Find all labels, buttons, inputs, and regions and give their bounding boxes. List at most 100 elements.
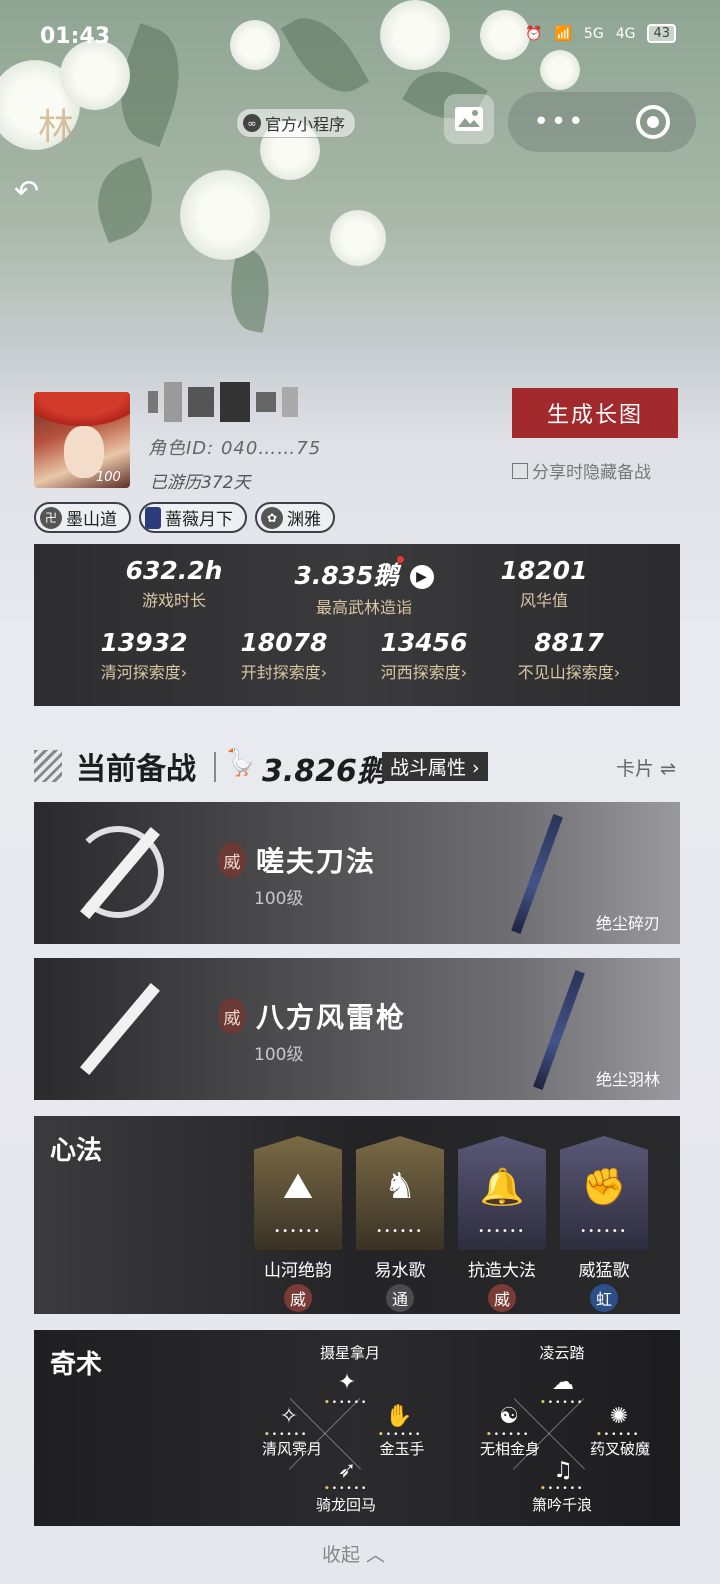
stats-panel: 632.2h 游戏时长 3.835鹅 ▶ 最高武林造诣 18201 风华值 139…	[34, 544, 680, 706]
qishu-demon-icon: ✺	[609, 1404, 629, 1429]
stat-kaifeng-explore[interactable]: 18078 开封探索度›	[214, 628, 354, 683]
avatar-level: 100	[96, 470, 121, 485]
weapon-name: 绝尘羽林	[595, 1070, 660, 1089]
tag-guild[interactable]: 蔷薇月下	[139, 502, 247, 533]
stat-bujianshan-explore[interactable]: 8817 不见山探索度›	[494, 628, 644, 683]
weapon-section-icon	[34, 750, 62, 782]
weapon-card-1[interactable]: 威 嗟夫刀法 100级 绝尘碎刃	[34, 802, 680, 944]
card-view-toggle[interactable]: 卡片 ⇌	[616, 754, 676, 781]
sect-icon: 卍	[40, 506, 62, 529]
more-icon[interactable]: •••	[533, 107, 585, 137]
weapon-name: 绝尘碎刃	[595, 914, 660, 933]
qishu-left-left[interactable]: 清风霁月	[252, 1438, 332, 1459]
weapon-level: 100级	[254, 1045, 304, 1065]
xinfa-type-2: 通	[386, 1284, 414, 1312]
collapse-button[interactable]: 收起 ︿	[322, 1540, 385, 1567]
xinfa-card-1[interactable]: ⛰ ••••••	[254, 1136, 342, 1250]
xinfa-name-4: 威猛歌	[578, 1261, 630, 1281]
hide-loadout-checkbox[interactable]: 分享时隐藏备战	[512, 458, 651, 483]
xinfa-card-2[interactable]: ♞ ••••••	[356, 1136, 444, 1250]
xinfa-title: 心法	[50, 1136, 103, 1166]
spear-image	[533, 970, 585, 1090]
fist-icon: ✊	[581, 1167, 627, 1208]
game-logo: 林	[38, 107, 75, 148]
section-power: 3.826鹅	[262, 754, 387, 789]
play-arrow-icon[interactable]: ▶	[409, 565, 434, 589]
weapon-type-badge: 威	[218, 842, 246, 878]
qishu-flute-icon: ♫	[553, 1458, 573, 1483]
player-name-blurred	[148, 380, 368, 424]
xinfa-panel: 心法 ⛰ •••••• 山河绝韵 威 ♞ •••••• 易水歌 通 🔔 ••••…	[34, 1116, 680, 1314]
section-title: 当前备战	[76, 752, 196, 787]
bell-icon: 🔔	[479, 1167, 525, 1208]
checkbox-box[interactable]	[512, 462, 528, 479]
role-id: 角色ID: 040……75	[148, 438, 322, 459]
qishu-left-top[interactable]: 摄星拿月	[310, 1342, 390, 1363]
signal-4g: 4G	[615, 25, 636, 42]
qishu-star-icon: ✦	[337, 1370, 357, 1395]
close-miniprogram-icon[interactable]	[636, 105, 671, 139]
xinfa-card-4[interactable]: ✊ ••••••	[560, 1136, 648, 1250]
qishu-left-bottom[interactable]: 骑龙回马	[306, 1494, 386, 1515]
qishu-title: 奇术	[50, 1350, 103, 1380]
image-icon	[455, 107, 483, 131]
section-divider	[214, 752, 216, 782]
stat-qinghe-explore[interactable]: 13932 清河探索度›	[74, 628, 214, 683]
generate-long-image-button[interactable]: 生成长图	[512, 388, 678, 438]
sword-emblem-icon	[72, 826, 164, 918]
signal-5g: 5G	[583, 25, 604, 42]
battle-attributes-button[interactable]: 战斗属性 ›	[382, 752, 488, 781]
badge-label: 官方小程序	[265, 115, 346, 134]
stat-hexi-explore[interactable]: 13456 河西探索度›	[354, 628, 494, 683]
xinfa-name-1: 山河绝韵	[264, 1261, 332, 1281]
flag-icon	[145, 506, 161, 529]
qishu-panel: 奇术 摄星拿月 ✦ •••••• ✧ •••••• 清风霁月 ✋ •••••• …	[34, 1330, 680, 1526]
xinfa-card-3[interactable]: 🔔 ••••••	[458, 1136, 546, 1250]
xinfa-type-3: 威	[488, 1284, 516, 1312]
xinfa-name-3: 抗造大法	[468, 1261, 536, 1281]
wifi-icon: 📶	[554, 25, 572, 42]
back-icon[interactable]: ↶	[14, 174, 54, 214]
qishu-left-right[interactable]: 金玉手	[362, 1438, 442, 1459]
qishu-right-top[interactable]: 凌云踏	[522, 1342, 602, 1363]
title-icon: ✿	[261, 506, 283, 529]
xinfa-type-4: 虹	[590, 1284, 618, 1312]
qishu-cloud-icon: ☁	[552, 1370, 574, 1395]
weapon-type-badge: 威	[218, 998, 246, 1034]
spear-emblem-icon	[72, 982, 164, 1074]
status-icons: ⏰ 📶 5G 4G 43	[525, 24, 676, 43]
image-button[interactable]	[444, 94, 494, 144]
qishu-hand-icon: ✋	[385, 1404, 413, 1429]
blade-image	[511, 814, 563, 934]
notification-dot	[396, 556, 404, 563]
stat-play-time: 632.2h 游戏时长	[125, 556, 223, 610]
qishu-body-icon: ☯	[499, 1404, 519, 1429]
qishu-right-left[interactable]: 无相金身	[470, 1438, 550, 1459]
weapon-card-2[interactable]: 威 八方风雷枪 100级 绝尘羽林	[34, 958, 680, 1100]
link-icon: ∞	[243, 114, 261, 132]
status-time: 01:43	[40, 24, 111, 49]
miniprogram-capsule: •••	[508, 92, 696, 152]
qishu-right-right[interactable]: 药叉破魔	[580, 1438, 660, 1459]
official-miniprogram-badge: ∞ 官方小程序	[236, 108, 357, 138]
alarm-icon: ⏰	[525, 25, 543, 42]
xinfa-name-2: 易水歌	[374, 1261, 426, 1281]
stat-fenghua: 18201 风华值	[500, 556, 588, 610]
tag-sect[interactable]: 卍 墨山道	[34, 502, 131, 533]
horse-icon: ♞	[383, 1166, 417, 1207]
tag-title[interactable]: ✿ 渊雅	[255, 502, 335, 533]
days-traveled: 已游历372天	[150, 473, 251, 493]
weapon-level: 100级	[254, 889, 304, 909]
stat-max-wulin[interactable]: 3.835鹅 ▶ 最高武林造诣	[274, 556, 454, 618]
qishu-wind-icon: ✧	[279, 1404, 299, 1429]
qishu-right-bottom[interactable]: 箫吟千浪	[522, 1494, 602, 1515]
blossom-decoration	[0, 0, 720, 380]
mountain-icon: ⛰	[282, 1166, 314, 1207]
checkbox-label: 分享时隐藏备战	[532, 463, 651, 483]
xinfa-type-1: 威	[284, 1284, 312, 1312]
goose-icon: 🪿	[224, 748, 257, 778]
battery-indicator: 43	[647, 24, 676, 43]
qishu-dragon-icon: ➶	[337, 1458, 357, 1483]
weapon-skill-name: 嗟夫刀法	[256, 845, 377, 878]
weapon-skill-name: 八方风雷枪	[256, 1001, 407, 1034]
